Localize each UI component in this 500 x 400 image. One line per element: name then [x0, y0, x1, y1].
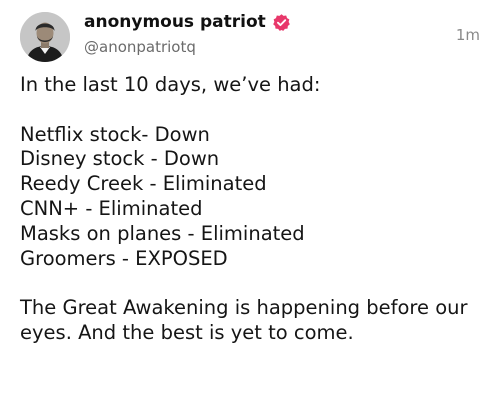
- author-handle[interactable]: @anonpatriotq: [84, 38, 196, 56]
- author-avatar[interactable]: [20, 12, 70, 62]
- post-closing-line: The Great Awakening is happening before …: [20, 296, 468, 320]
- post-intro: In the last 10 days, we’ve had:: [20, 73, 321, 96]
- verified-badge-icon: [272, 13, 291, 32]
- post-list-item: Disney stock - Down: [20, 147, 220, 171]
- post-closing-line: eyes. And the best is yet to come.: [20, 320, 354, 344]
- post-body: In the last 10 days, we’ve had: Netflix …: [20, 73, 485, 346]
- post-card: anonymous patriot @anonpatriotq 1m In th…: [0, 0, 500, 400]
- portrait-avatar-icon: [20, 12, 70, 62]
- post-list-item: Groomers - EXPOSED: [20, 246, 228, 270]
- post-list-item: Reedy Creek - Eliminated: [20, 172, 267, 196]
- post-list-item: CNN+ - Eliminated: [20, 196, 203, 220]
- author-display-name[interactable]: anonymous patriot: [84, 12, 266, 32]
- post-timestamp[interactable]: 1m: [456, 26, 480, 44]
- post-list-item: Masks on planes - Eliminated: [20, 221, 305, 245]
- post-list-item: Netflix stock- Down: [20, 122, 210, 146]
- author-name-row: anonymous patriot: [84, 12, 291, 32]
